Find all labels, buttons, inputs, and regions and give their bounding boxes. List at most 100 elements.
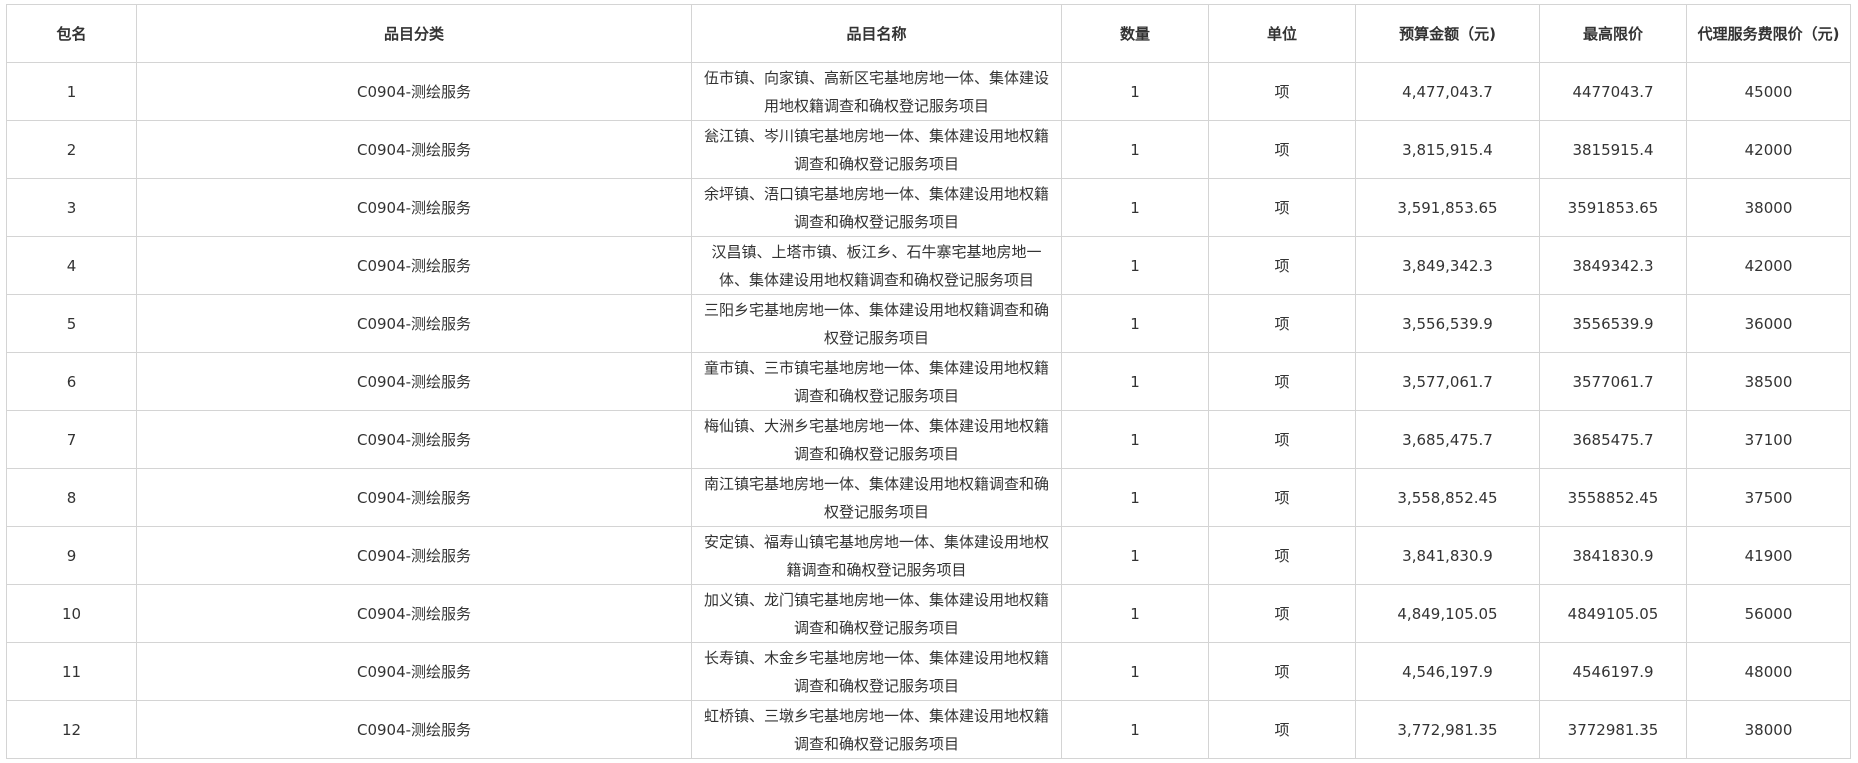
cell-unit: 项 <box>1208 120 1356 179</box>
cell-quantity: 1 <box>1061 62 1209 121</box>
cell-max-price: 3591853.65 <box>1539 178 1687 237</box>
cell-max-price: 4546197.9 <box>1539 642 1687 701</box>
cell-item-name: 加义镇、龙门镇宅基地房地一体、集体建设用地权籍调查和确权登记服务项目 <box>691 584 1062 643</box>
cell-max-price: 4849105.05 <box>1539 584 1687 643</box>
cell-category: C0904-测绘服务 <box>136 410 692 469</box>
cell-item-name: 虹桥镇、三墩乡宅基地房地一体、集体建设用地权籍调查和确权登记服务项目 <box>691 700 1062 759</box>
cell-budget: 4,477,043.7 <box>1355 62 1540 121</box>
cell-package: 6 <box>6 352 137 411</box>
cell-quantity: 1 <box>1061 468 1209 527</box>
cell-quantity: 1 <box>1061 294 1209 353</box>
cell-quantity: 1 <box>1061 642 1209 701</box>
cell-category: C0904-测绘服务 <box>136 294 692 353</box>
cell-item-name: 安定镇、福寿山镇宅基地房地一体、集体建设用地权籍调查和确权登记服务项目 <box>691 526 1062 585</box>
cell-item-name: 伍市镇、向家镇、高新区宅基地房地一体、集体建设用地权籍调查和确权登记服务项目 <box>691 62 1062 121</box>
cell-agency-fee: 36000 <box>1686 294 1851 353</box>
cell-item-name: 梅仙镇、大洲乡宅基地房地一体、集体建设用地权籍调查和确权登记服务项目 <box>691 410 1062 469</box>
cell-budget: 3,591,853.65 <box>1355 178 1540 237</box>
cell-quantity: 1 <box>1061 410 1209 469</box>
cell-agency-fee: 42000 <box>1686 236 1851 295</box>
cell-budget: 3,577,061.7 <box>1355 352 1540 411</box>
cell-item-name: 三阳乡宅基地房地一体、集体建设用地权籍调查和确权登记服务项目 <box>691 294 1062 353</box>
cell-agency-fee: 41900 <box>1686 526 1851 585</box>
cell-max-price: 4477043.7 <box>1539 62 1687 121</box>
cell-package: 7 <box>6 410 137 469</box>
cell-category: C0904-测绘服务 <box>136 236 692 295</box>
cell-package: 4 <box>6 236 137 295</box>
cell-max-price: 3556539.9 <box>1539 294 1687 353</box>
header-unit: 单位 <box>1208 4 1356 63</box>
table-row: 11 C0904-测绘服务 长寿镇、木金乡宅基地房地一体、集体建设用地权籍调查和确权… <box>6 642 1851 701</box>
cell-agency-fee: 56000 <box>1686 584 1851 643</box>
table-row: 12 C0904-测绘服务 虹桥镇、三墩乡宅基地房地一体、集体建设用地权籍调查和确权… <box>6 700 1851 759</box>
table-body: 1 C0904-测绘服务 伍市镇、向家镇、高新区宅基地房地一体、集体建设用地权籍调查… <box>6 62 1851 759</box>
cell-budget: 3,772,981.35 <box>1355 700 1540 759</box>
cell-unit: 项 <box>1208 584 1356 643</box>
cell-item-name: 余坪镇、浯口镇宅基地房地一体、集体建设用地权籍调查和确权登记服务项目 <box>691 178 1062 237</box>
cell-quantity: 1 <box>1061 584 1209 643</box>
cell-package: 5 <box>6 294 137 353</box>
cell-category: C0904-测绘服务 <box>136 178 692 237</box>
cell-agency-fee: 38000 <box>1686 700 1851 759</box>
header-max-price: 最高限价 <box>1539 4 1687 63</box>
cell-package: 9 <box>6 526 137 585</box>
table-row: 5 C0904-测绘服务 三阳乡宅基地房地一体、集体建设用地权籍调查和确权登记服务项… <box>6 294 1851 353</box>
table-row: 3 C0904-测绘服务 余坪镇、浯口镇宅基地房地一体、集体建设用地权籍调查和确权登… <box>6 178 1851 237</box>
cell-category: C0904-测绘服务 <box>136 62 692 121</box>
cell-agency-fee: 45000 <box>1686 62 1851 121</box>
cell-package: 10 <box>6 584 137 643</box>
cell-quantity: 1 <box>1061 352 1209 411</box>
cell-max-price: 3815915.4 <box>1539 120 1687 179</box>
cell-unit: 项 <box>1208 62 1356 121</box>
cell-package: 1 <box>6 62 137 121</box>
cell-item-name: 汉昌镇、上塔市镇、板江乡、石牛寨宅基地房地一体、集体建设用地权籍调查和确权登记服… <box>691 236 1062 295</box>
header-category: 品目分类 <box>136 4 692 63</box>
cell-category: C0904-测绘服务 <box>136 584 692 643</box>
table-row: 1 C0904-测绘服务 伍市镇、向家镇、高新区宅基地房地一体、集体建设用地权籍调查… <box>6 62 1851 121</box>
cell-unit: 项 <box>1208 468 1356 527</box>
cell-unit: 项 <box>1208 526 1356 585</box>
cell-item-name: 长寿镇、木金乡宅基地房地一体、集体建设用地权籍调查和确权登记服务项目 <box>691 642 1062 701</box>
cell-budget: 3,558,852.45 <box>1355 468 1540 527</box>
cell-unit: 项 <box>1208 410 1356 469</box>
cell-unit: 项 <box>1208 294 1356 353</box>
cell-agency-fee: 42000 <box>1686 120 1851 179</box>
cell-budget: 3,815,915.4 <box>1355 120 1540 179</box>
cell-unit: 项 <box>1208 700 1356 759</box>
cell-category: C0904-测绘服务 <box>136 120 692 179</box>
header-package: 包名 <box>6 4 137 63</box>
cell-max-price: 3577061.7 <box>1539 352 1687 411</box>
table-row: 6 C0904-测绘服务 童市镇、三市镇宅基地房地一体、集体建设用地权籍调查和确权登… <box>6 352 1851 411</box>
cell-agency-fee: 38000 <box>1686 178 1851 237</box>
cell-budget: 3,556,539.9 <box>1355 294 1540 353</box>
table-row: 4 C0904-测绘服务 汉昌镇、上塔市镇、板江乡、石牛寨宅基地房地一体、集体建设用… <box>6 236 1851 295</box>
header-agency-fee: 代理服务费限价（元) <box>1686 4 1851 63</box>
cell-agency-fee: 48000 <box>1686 642 1851 701</box>
cell-quantity: 1 <box>1061 236 1209 295</box>
header-item-name: 品目名称 <box>691 4 1062 63</box>
cell-budget: 4,546,197.9 <box>1355 642 1540 701</box>
cell-category: C0904-测绘服务 <box>136 468 692 527</box>
cell-max-price: 3772981.35 <box>1539 700 1687 759</box>
cell-category: C0904-测绘服务 <box>136 700 692 759</box>
cell-quantity: 1 <box>1061 178 1209 237</box>
cell-item-name: 童市镇、三市镇宅基地房地一体、集体建设用地权籍调查和确权登记服务项目 <box>691 352 1062 411</box>
cell-unit: 项 <box>1208 178 1356 237</box>
cell-quantity: 1 <box>1061 526 1209 585</box>
procurement-table: 包名 品目分类 品目名称 数量 单位 预算金额（元) 最高限价 代理服务费限价（… <box>6 4 1851 759</box>
cell-budget: 3,841,830.9 <box>1355 526 1540 585</box>
cell-max-price: 3841830.9 <box>1539 526 1687 585</box>
cell-package: 3 <box>6 178 137 237</box>
header-budget: 预算金额（元) <box>1355 4 1540 63</box>
table-row: 2 C0904-测绘服务 瓮江镇、岑川镇宅基地房地一体、集体建设用地权籍调查和确权登… <box>6 120 1851 179</box>
table-row: 7 C0904-测绘服务 梅仙镇、大洲乡宅基地房地一体、集体建设用地权籍调查和确权登… <box>6 410 1851 469</box>
cell-budget: 3,849,342.3 <box>1355 236 1540 295</box>
cell-max-price: 3849342.3 <box>1539 236 1687 295</box>
cell-package: 8 <box>6 468 137 527</box>
procurement-table-container: 包名 品目分类 品目名称 数量 单位 预算金额（元) 最高限价 代理服务费限价（… <box>6 4 1851 759</box>
cell-max-price: 3685475.7 <box>1539 410 1687 469</box>
cell-unit: 项 <box>1208 352 1356 411</box>
cell-quantity: 1 <box>1061 700 1209 759</box>
table-header-row: 包名 品目分类 品目名称 数量 单位 预算金额（元) 最高限价 代理服务费限价（… <box>6 4 1851 63</box>
cell-budget: 4,849,105.05 <box>1355 584 1540 643</box>
